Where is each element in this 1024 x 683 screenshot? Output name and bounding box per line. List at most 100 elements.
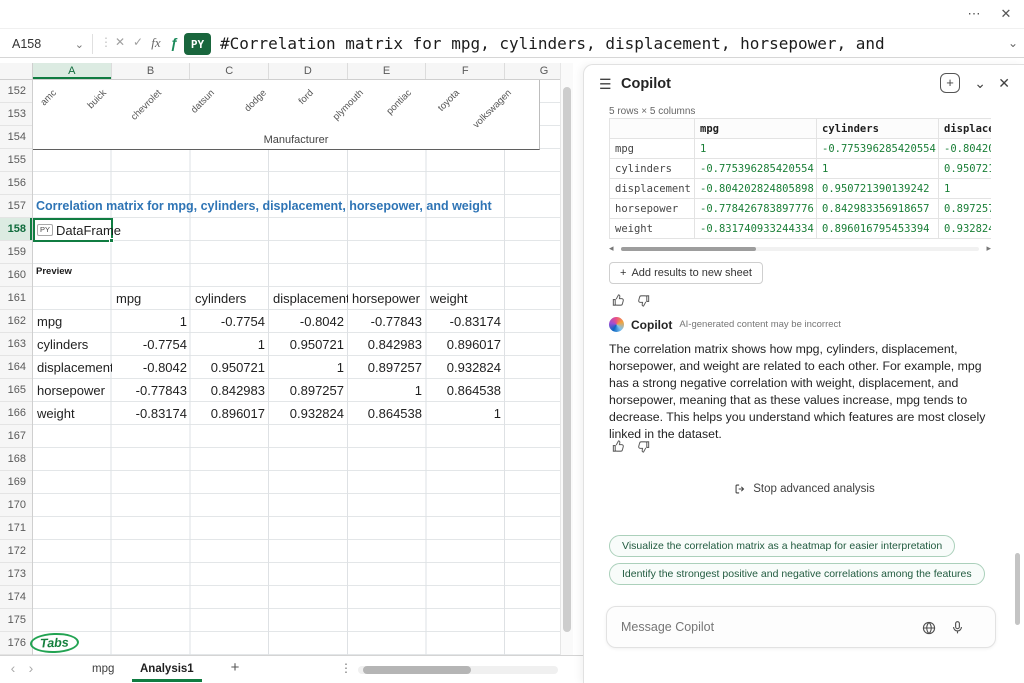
column-header[interactable]: G xyxy=(505,63,560,79)
column-header[interactable]: E xyxy=(348,63,427,79)
preview-header-cell[interactable]: cylinders xyxy=(191,287,269,310)
preview-row-label[interactable]: horsepower xyxy=(33,379,112,402)
preview-label-cell[interactable]: Preview xyxy=(36,266,72,277)
stop-advanced-analysis-button[interactable]: Stop advanced analysis xyxy=(584,482,1024,496)
column-header[interactable]: C xyxy=(190,63,269,79)
window-close-icon[interactable]: ✕ xyxy=(996,5,1016,23)
preview-value-cell[interactable]: 0.932824 xyxy=(269,402,348,425)
preview-row-label[interactable]: mpg xyxy=(33,310,112,333)
row-header[interactable]: 162 xyxy=(0,310,32,333)
row-header[interactable]: 161 xyxy=(0,287,32,310)
suggestion-chip[interactable]: Identify the strongest positive and nega… xyxy=(609,563,985,585)
close-panel-icon[interactable]: ✕ xyxy=(998,76,1010,90)
formula-input[interactable]: #Correlation matrix for mpg, cylinders, … xyxy=(220,33,990,55)
preview-value-cell[interactable]: -0.83174 xyxy=(112,402,191,425)
preview-value-cell[interactable]: 1 xyxy=(269,356,348,379)
panel-scrollbar-thumb[interactable] xyxy=(1015,553,1020,625)
row-header[interactable]: 164 xyxy=(0,356,32,379)
more-options-icon[interactable]: ⋯ xyxy=(964,5,984,23)
column-header[interactable]: A xyxy=(33,63,112,79)
row-header[interactable]: 156 xyxy=(0,172,32,195)
row-header[interactable]: 160 xyxy=(0,264,32,287)
preview-row-label[interactable]: cylinders xyxy=(33,333,112,356)
row-header[interactable]: 171 xyxy=(0,517,32,540)
preview-value-cell[interactable]: -0.7754 xyxy=(112,333,191,356)
microphone-icon[interactable] xyxy=(950,620,965,635)
table-scroll-left-icon[interactable]: ◂ xyxy=(609,243,614,254)
vertical-scrollbar[interactable] xyxy=(560,63,573,655)
row-header[interactable]: 158 xyxy=(0,218,32,241)
row-header[interactable]: 176 xyxy=(0,632,32,655)
preview-value-cell[interactable]: 0.896017 xyxy=(191,402,269,425)
suggestion-chip[interactable]: Visualize the correlation matrix as a he… xyxy=(609,535,955,557)
preview-value-cell[interactable]: 0.897257 xyxy=(269,379,348,402)
preview-header-cell[interactable]: weight xyxy=(426,287,505,310)
thumbs-down-icon[interactable] xyxy=(636,293,651,308)
sheet-nav-left-icon[interactable]: ‹ xyxy=(6,660,20,676)
preview-value-cell[interactable]: -0.77843 xyxy=(112,379,191,402)
preview-row-label[interactable]: displacement xyxy=(33,356,112,379)
horizontal-scrollbar[interactable] xyxy=(358,666,558,674)
sheet-options-icon[interactable]: ⋮ xyxy=(340,661,352,675)
result-table-scrollbar[interactable]: ◂ ▸ xyxy=(609,244,991,254)
column-header[interactable]: B xyxy=(112,63,191,79)
preview-value-cell[interactable]: 0.842983 xyxy=(191,379,269,402)
preview-value-cell[interactable]: 0.950721 xyxy=(191,356,269,379)
thumbs-up-icon[interactable] xyxy=(611,293,626,308)
message-input[interactable] xyxy=(621,607,901,647)
vertical-scrollbar-thumb[interactable] xyxy=(563,87,571,632)
preview-value-cell[interactable]: -0.8042 xyxy=(269,310,348,333)
row-header[interactable]: 174 xyxy=(0,586,32,609)
preview-value-cell[interactable]: -0.8042 xyxy=(112,356,191,379)
preview-value-cell[interactable]: 0.932824 xyxy=(426,356,505,379)
cancel-icon[interactable]: ✕ xyxy=(112,35,128,49)
preview-value-cell[interactable]: -0.7754 xyxy=(191,310,269,333)
sheet-tab-mpg[interactable]: mpg xyxy=(84,656,122,682)
row-header[interactable]: 157 xyxy=(0,195,32,218)
fill-handle[interactable] xyxy=(109,238,114,243)
add-sheet-icon[interactable]: + xyxy=(226,659,244,676)
preview-value-cell[interactable]: 0.896017 xyxy=(426,333,505,356)
select-all-corner[interactable] xyxy=(0,63,33,80)
preview-value-cell[interactable]: 1 xyxy=(191,333,269,356)
row-header[interactable]: 155 xyxy=(0,149,32,172)
preview-header-cell[interactable]: horsepower xyxy=(348,287,426,310)
collapse-chevron-icon[interactable]: ⌄ xyxy=(974,76,986,90)
row-header[interactable]: 168 xyxy=(0,448,32,471)
row-header[interactable]: 166 xyxy=(0,402,32,425)
sheet-tab-analysis1[interactable]: Analysis1 xyxy=(132,656,202,682)
row-header[interactable]: 154 xyxy=(0,126,32,149)
formula-bar-expand-icon[interactable]: ⌄ xyxy=(1008,36,1018,50)
row-header[interactable]: 170 xyxy=(0,494,32,517)
new-chat-icon[interactable]: + xyxy=(940,73,960,93)
row-header[interactable]: 163 xyxy=(0,333,32,356)
preview-row-label[interactable]: weight xyxy=(33,402,112,425)
row-header[interactable]: 173 xyxy=(0,563,32,586)
thumbs-up-icon[interactable] xyxy=(611,439,626,454)
table-scrollbar-thumb[interactable] xyxy=(621,247,756,251)
column-header[interactable]: F xyxy=(426,63,505,79)
horizontal-scrollbar-thumb[interactable] xyxy=(363,666,471,674)
name-box-chevron-icon[interactable]: ⌄ xyxy=(75,38,84,51)
row-header[interactable]: 152 xyxy=(0,80,32,103)
row-header[interactable]: 165 xyxy=(0,379,32,402)
preview-value-cell[interactable]: 1 xyxy=(348,379,426,402)
preview-value-cell[interactable]: -0.77843 xyxy=(348,310,426,333)
preview-header-cell[interactable]: mpg xyxy=(112,287,191,310)
sheet-nav-right-icon[interactable]: › xyxy=(24,660,38,676)
preview-value-cell[interactable]: 1 xyxy=(426,402,505,425)
python-formula-icon[interactable]: ƒ xyxy=(166,35,182,51)
preview-value-cell[interactable]: 0.864538 xyxy=(348,402,426,425)
name-box[interactable]: A158 ⌄ xyxy=(6,32,90,56)
preview-value-cell[interactable]: 0.950721 xyxy=(269,333,348,356)
preview-value-cell[interactable]: 0.842983 xyxy=(348,333,426,356)
table-scroll-right-icon[interactable]: ▸ xyxy=(986,243,991,254)
preview-value-cell[interactable]: 0.897257 xyxy=(348,356,426,379)
preview-value-cell[interactable]: -0.83174 xyxy=(426,310,505,333)
active-cell[interactable]: PY DataFrame xyxy=(33,218,113,242)
column-header[interactable]: D xyxy=(269,63,348,79)
row-header[interactable]: 159 xyxy=(0,241,32,264)
row-header[interactable]: 169 xyxy=(0,471,32,494)
embedded-chart[interactable]: amc buick chevrolet datsun dodge ford pl… xyxy=(33,80,540,150)
insert-function-icon[interactable]: fx xyxy=(148,35,164,51)
